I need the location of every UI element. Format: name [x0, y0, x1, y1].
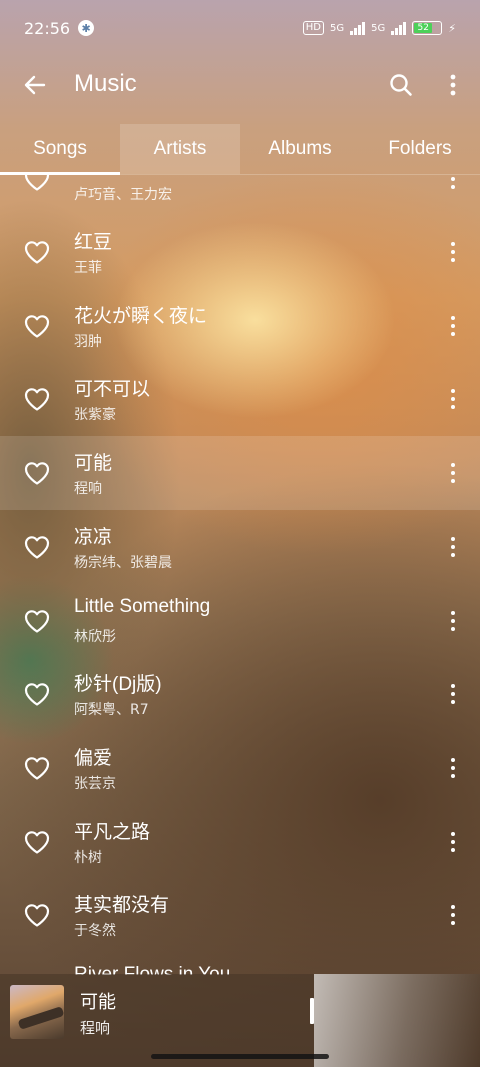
more-vertical-icon[interactable] [446, 237, 460, 267]
tab-songs[interactable]: Songs [0, 124, 120, 175]
favorite-heart-icon[interactable] [23, 755, 51, 781]
search-icon[interactable] [388, 72, 414, 98]
tab-folders[interactable]: Folders [360, 124, 480, 174]
favorite-heart-icon[interactable] [23, 608, 51, 634]
more-vertical-icon[interactable] [446, 827, 460, 857]
song-row[interactable]: 其实都没有 于冬然 [0, 878, 480, 952]
player-controls-area[interactable] [314, 974, 480, 1067]
now-playing-artist: 程响 [80, 1019, 111, 1037]
more-vertical-icon[interactable] [446, 900, 460, 930]
song-row[interactable]: Little Something 林欣彤 [0, 584, 480, 658]
battery-level: 52 [414, 23, 433, 33]
song-artist: 王菲 [74, 260, 102, 276]
favorite-heart-icon[interactable] [23, 681, 51, 707]
favorite-heart-icon[interactable] [23, 313, 51, 339]
song-title: 其实都没有 [74, 895, 170, 916]
more-vertical-icon[interactable] [446, 753, 460, 783]
favorite-heart-icon[interactable] [23, 534, 51, 560]
song-title: 凉凉 [74, 527, 113, 548]
song-artist: 于冬然 [74, 923, 116, 939]
song-row-now-playing[interactable]: 可能 程响 [0, 436, 480, 510]
favorite-heart-icon[interactable] [23, 386, 51, 412]
song-artist: 张芸京 [74, 776, 116, 792]
song-row[interactable]: 红豆 王菲 [0, 215, 480, 289]
song-artist: 林欣彤 [74, 629, 116, 645]
song-title: 秒针(Dj版) [74, 674, 162, 695]
page-title: Music [74, 70, 137, 97]
back-arrow-icon[interactable] [22, 72, 48, 98]
song-row[interactable]: 秒针(Dj版) 阿梨粤、R7 [0, 657, 480, 731]
more-vertical-icon[interactable] [446, 458, 460, 488]
tab-artists[interactable]: Artists [120, 124, 240, 174]
favorite-heart-icon[interactable] [23, 175, 51, 192]
song-title: 可不可以 [74, 379, 151, 400]
favorite-heart-icon[interactable] [23, 460, 51, 486]
song-artist: 程响 [74, 481, 102, 497]
song-artist: 羽肿 [74, 334, 102, 350]
song-row[interactable]: River Flows in You [0, 952, 480, 975]
tab-albums[interactable]: Albums [240, 124, 360, 174]
more-vertical-icon[interactable] [446, 532, 460, 562]
favorite-heart-icon[interactable] [23, 902, 51, 928]
song-row[interactable]: 可不可以 张紫豪 [0, 362, 480, 436]
song-artist: 卢巧音、王力宏 [74, 187, 172, 203]
more-vertical-icon[interactable] [446, 384, 460, 414]
song-row[interactable]: 花火が瞬く夜に 羽肿 [0, 289, 480, 363]
song-title: 可能 [74, 453, 113, 474]
song-row[interactable]: 平凡之路 朴树 [0, 805, 480, 879]
song-artist: 阿梨粤、R7 [74, 702, 149, 718]
network-type-1: 5G [330, 22, 345, 34]
song-artist: 朴树 [74, 850, 102, 866]
signal-strength-icon-2 [391, 21, 407, 35]
song-title: 偏爱 [74, 748, 113, 769]
song-title: 花火が瞬く夜に [74, 306, 208, 327]
settings-notification-icon: ✱ [78, 20, 95, 36]
more-vertical-icon[interactable] [446, 311, 460, 341]
song-row[interactable]: 凉凉 杨宗纬、张碧晨 [0, 510, 480, 584]
song-list[interactable]: 卢巧音、王力宏 红豆 王菲 花火が瞬く夜に 羽肿 可不可以 张紫豪 可能 程响 [0, 175, 480, 975]
more-vertical-icon[interactable] [446, 175, 460, 194]
song-row[interactable]: 偏爱 张芸京 [0, 731, 480, 805]
home-indicator[interactable] [151, 1054, 329, 1059]
app-bar: Music [0, 60, 480, 112]
signal-strength-icon [350, 21, 366, 35]
now-playing-title: 可能 [80, 992, 116, 1013]
tab-bar: Songs Artists Albums Folders [0, 124, 480, 175]
song-title: Little Something [74, 596, 211, 617]
charging-icon: ⚡ [448, 21, 456, 35]
hd-voice-icon: HD [302, 21, 325, 35]
song-row[interactable]: 卢巧音、王力宏 [0, 175, 480, 216]
song-title: 平凡之路 [74, 822, 151, 843]
more-vertical-icon[interactable] [446, 679, 460, 709]
status-bar: 22:56 ✱ HD 5G 5G 52 ⚡ [0, 0, 480, 56]
favorite-heart-icon[interactable] [23, 829, 51, 855]
network-type-2: 5G [371, 22, 386, 34]
album-art[interactable] [10, 985, 64, 1039]
more-vertical-icon[interactable] [446, 606, 460, 636]
song-artist: 张紫豪 [74, 407, 116, 423]
status-time: 22:56 [24, 18, 71, 38]
song-title: 红豆 [74, 232, 113, 253]
more-vertical-icon[interactable] [440, 72, 466, 98]
song-artist: 杨宗纬、张碧晨 [74, 555, 172, 571]
battery-icon: 52 [412, 21, 443, 35]
favorite-heart-icon[interactable] [23, 239, 51, 265]
